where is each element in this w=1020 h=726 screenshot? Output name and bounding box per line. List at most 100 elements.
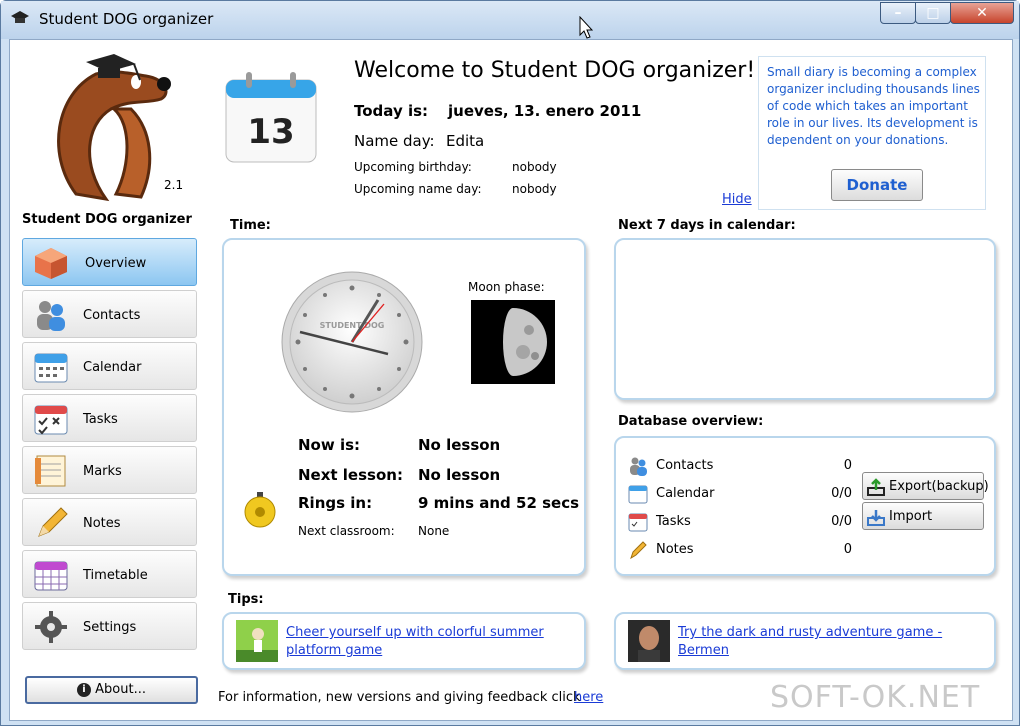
- sidebar-item-label: Timetable: [83, 568, 148, 583]
- app-window: Student DOG organizer – □ ✕ 2.1 Student …: [0, 0, 1020, 726]
- sidebar-item-marks[interactable]: Marks: [22, 446, 197, 494]
- pencil-icon: [38, 507, 68, 537]
- today-label: Today is:: [354, 102, 429, 120]
- sidebar-item-overview[interactable]: Overview: [22, 238, 197, 286]
- donate-button[interactable]: Donate: [831, 169, 923, 201]
- tip-link-2[interactable]: Try the dark and rusty adventure game - …: [678, 624, 958, 660]
- mouse-cursor-icon: [579, 16, 593, 39]
- sidebar-item-label: Settings: [83, 620, 137, 635]
- about-button[interactable]: i About...: [25, 676, 198, 704]
- next-lesson-value: No lesson: [418, 466, 501, 484]
- sidebar-item-tasks[interactable]: Tasks: [22, 394, 197, 442]
- game-thumbnail-icon: [236, 620, 278, 662]
- hide-link[interactable]: Hide: [722, 192, 752, 207]
- birthday-label: Upcoming birthday:: [354, 160, 472, 174]
- time-panel: STUDENT DOG Moon phase: Now is: No lesso…: [222, 238, 586, 576]
- about-label: About...: [95, 682, 146, 697]
- db-label: Notes: [656, 542, 694, 557]
- calendar-day-number: 13: [247, 112, 295, 152]
- gear-icon: [35, 611, 67, 643]
- today-value: jueves, 13. enero 2011: [448, 102, 642, 120]
- sidebar-item-settings[interactable]: Settings: [22, 602, 197, 650]
- title-bar[interactable]: Student DOG organizer – □ ✕: [1, 1, 1019, 39]
- database-title: Database overview:: [618, 414, 764, 429]
- minimize-button[interactable]: –: [880, 2, 916, 24]
- tip-card-2: Try the dark and rusty adventure game - …: [614, 612, 996, 670]
- contacts-icon: [630, 457, 647, 476]
- main-content: 13 Welcome to Student DOG organizer! Tod…: [208, 40, 1012, 720]
- sidebar-item-label: Contacts: [83, 308, 141, 323]
- client-area: 2.1 Student DOG organizer Overview Conta…: [9, 39, 1013, 721]
- game-thumbnail-icon: [628, 620, 670, 662]
- classroom-label: Next classroom:: [298, 524, 395, 538]
- db-value: 0/0: [831, 514, 852, 529]
- close-icon: ✕: [976, 5, 988, 21]
- maximize-icon: □: [926, 5, 940, 21]
- db-value: 0: [843, 542, 852, 557]
- import-icon: [867, 510, 885, 526]
- upcoming-nameday-label: Upcoming name day:: [354, 182, 482, 196]
- nameday-value: Edita: [446, 132, 485, 150]
- sidebar-item-calendar[interactable]: Calendar: [22, 342, 197, 390]
- calendar-panel-title: Next 7 days in calendar:: [618, 218, 796, 233]
- tasks-icon: [628, 513, 648, 532]
- sidebar-item-contacts[interactable]: Contacts: [22, 290, 197, 338]
- sidebar-item-label: Notes: [83, 516, 121, 531]
- maximize-button[interactable]: □: [915, 2, 951, 24]
- db-value: 0/0: [831, 486, 852, 501]
- donate-box: Small diary is becoming a complex organi…: [758, 56, 986, 210]
- contacts-icon: [37, 301, 65, 331]
- tip-link-1[interactable]: Cheer yourself up with colorful summer p…: [286, 624, 546, 660]
- now-value: No lesson: [418, 436, 501, 454]
- sidebar-item-label: Marks: [83, 464, 122, 479]
- sidebar-item-label: Calendar: [83, 360, 142, 375]
- sidebar-item-notes[interactable]: Notes: [22, 498, 197, 546]
- sidebar-item-timetable[interactable]: Timetable: [22, 550, 197, 598]
- watermark: SOFT-OK.NET: [770, 680, 981, 715]
- graduation-cap-icon: [11, 11, 29, 23]
- calendar-icon: [34, 353, 68, 383]
- sidebar-item-label: Overview: [85, 256, 147, 271]
- database-panel: Contacts 0 Calendar 0/0 Tasks 0/0 Notes …: [614, 436, 996, 576]
- clock-brand: STUDENT DOG: [320, 321, 385, 330]
- now-label: Now is:: [298, 436, 361, 454]
- calendar-panel: [614, 238, 996, 400]
- birthday-value: nobody: [512, 160, 557, 174]
- nameday-label: Name day:: [354, 132, 435, 150]
- export-label: Export(backup): [889, 479, 989, 494]
- time-title: Time:: [230, 218, 271, 233]
- import-label: Import: [889, 509, 933, 524]
- window-title: Student DOG organizer: [39, 10, 214, 28]
- rings-value: 9 mins and 52 secs: [418, 494, 580, 512]
- moon-phase-icon: [471, 300, 555, 384]
- classroom-value: None: [418, 524, 450, 538]
- moon-phase-label: Moon phase:: [468, 280, 545, 294]
- tasks-icon: [34, 405, 68, 435]
- cube-icon: [35, 248, 67, 279]
- db-value: 0: [843, 458, 852, 473]
- sidebar-app-name: Student DOG organizer: [22, 212, 192, 227]
- marks-icon: [35, 455, 66, 487]
- donate-text: Small diary is becoming a complex organi…: [767, 65, 980, 147]
- next-lesson-label: Next lesson:: [298, 466, 403, 484]
- sidebar-item-label: Tasks: [83, 412, 118, 427]
- export-button[interactable]: Export(backup): [862, 472, 989, 500]
- calendar-icon: [628, 485, 648, 504]
- sidebar: 2.1 Student DOG organizer Overview Conta…: [10, 40, 208, 720]
- export-icon: [867, 478, 885, 496]
- upcoming-nameday-value: nobody: [512, 182, 557, 196]
- pencil-icon: [630, 541, 647, 560]
- minimize-icon: –: [894, 5, 902, 21]
- info-icon: i: [77, 682, 91, 697]
- close-button[interactable]: ✕: [950, 2, 1014, 24]
- db-label: Calendar: [656, 486, 715, 501]
- timetable-icon: [34, 561, 68, 591]
- version-label: 2.1: [164, 178, 184, 192]
- db-label: Tasks: [656, 514, 691, 529]
- clock-icon: STUDENT DOG: [281, 271, 423, 413]
- bell-icon: [244, 492, 276, 528]
- import-button[interactable]: Import: [862, 502, 984, 530]
- welcome-heading: Welcome to Student DOG organizer!: [354, 58, 756, 83]
- feedback-link[interactable]: here: [574, 690, 603, 705]
- rings-label: Rings in:: [298, 494, 373, 512]
